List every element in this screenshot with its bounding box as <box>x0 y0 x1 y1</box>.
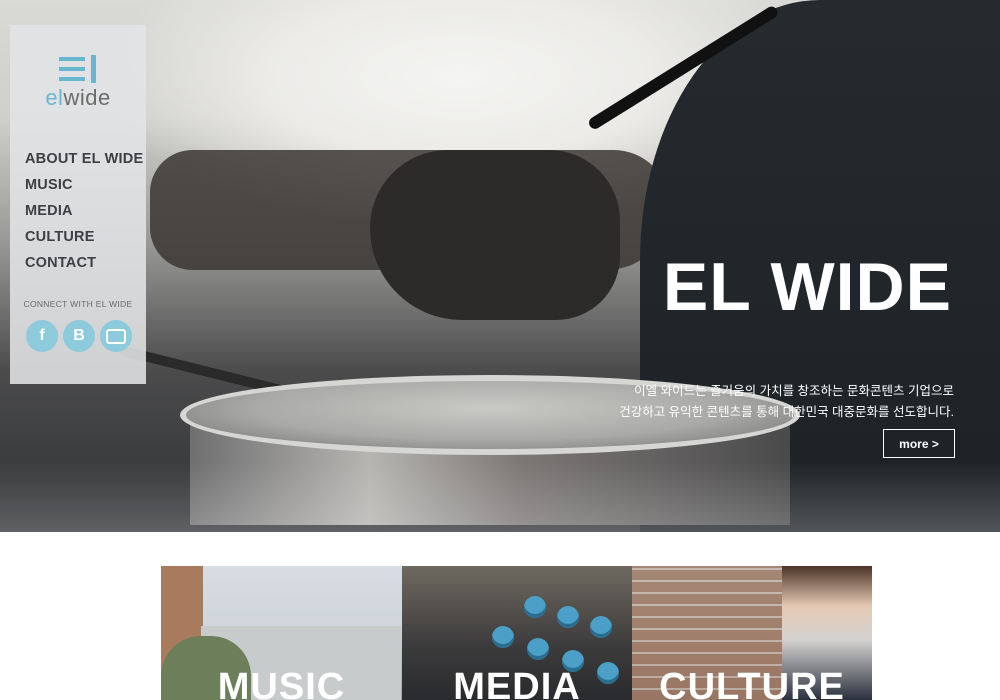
hero-hand <box>370 150 620 320</box>
tile-label: MUSIC <box>217 666 346 700</box>
site-logo[interactable]: elwide <box>10 55 146 115</box>
blog-icon[interactable]: B <box>63 320 95 352</box>
nav-item-contact[interactable]: CONTACT <box>25 250 143 276</box>
youtube-icon[interactable] <box>100 320 132 352</box>
tile-culture[interactable]: CULTURE <box>632 566 872 700</box>
nav-item-music[interactable]: MUSIC <box>25 172 143 198</box>
hero-description-line: 이엘 와이드는 즐거움의 가치를 창조하는 문화콘텐츠 기업으로 <box>634 384 954 398</box>
logo-mark-icon <box>59 55 101 83</box>
more-button[interactable]: more > <box>883 429 955 458</box>
tile-label: CULTURE <box>659 666 845 700</box>
tile-label: MEDIA <box>453 666 581 700</box>
hero-title: EL WIDE <box>662 249 952 325</box>
category-tiles: MUSIC MEDIA CULTURE <box>161 566 872 700</box>
nav-item-media[interactable]: MEDIA <box>25 198 143 224</box>
nav-item-culture[interactable]: CULTURE <box>25 224 143 250</box>
sidebar: elwide ABOUT EL WIDE MUSIC MEDIA CULTURE… <box>10 25 146 384</box>
tile-media[interactable]: MEDIA <box>402 566 632 700</box>
nav-item-about[interactable]: ABOUT EL WIDE <box>25 146 143 172</box>
connect-label: CONNECT WITH EL WIDE <box>23 299 133 309</box>
social-links: f B <box>26 320 132 352</box>
main-nav: ABOUT EL WIDE MUSIC MEDIA CULTURE CONTAC… <box>25 146 143 276</box>
hero-description-line: 건강하고 유익한 콘텐츠를 통해 대한민국 대중문화를 선도합니다. <box>619 405 954 419</box>
hero-banner: EL WIDE 이엘 와이드는 즐거움의 가치를 창조하는 문화콘텐츠 기업으로… <box>0 0 1000 532</box>
facebook-icon[interactable]: f <box>26 320 58 352</box>
logo-text: elwide <box>45 85 111 110</box>
hero-description: 이엘 와이드는 즐거움의 가치를 창조하는 문화콘텐츠 기업으로 건강하고 유익… <box>534 381 954 423</box>
tile-music[interactable]: MUSIC <box>161 566 402 700</box>
